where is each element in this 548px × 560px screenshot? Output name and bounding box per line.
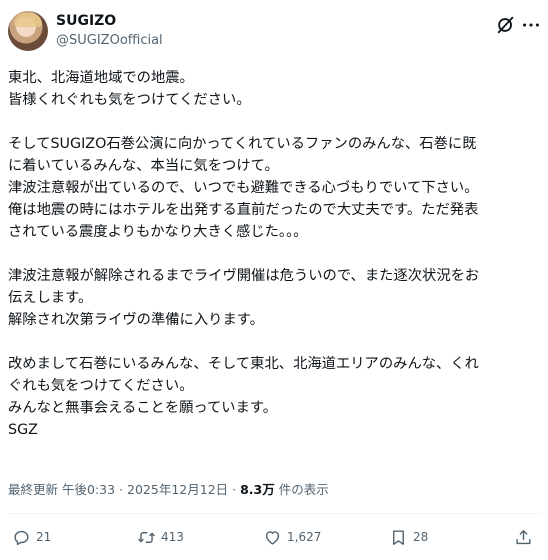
- post-time[interactable]: 午後0:33: [62, 482, 115, 497]
- like-button[interactable]: 1,627: [263, 526, 321, 548]
- post-paragraph: そしてSUGIZO石巻公演に向かってくれているファンのみんな、石巻に既 に着いて…: [8, 133, 540, 243]
- text-line: 伝えします。: [8, 290, 93, 306]
- text-line: そしてSUGIZO石巻公演に向かってくれているファンのみんな、石巻に既: [8, 136, 477, 152]
- text-line: 俺は地震の時にはホテルを出発する直前だったので大丈夫です。ただ発表: [8, 202, 479, 218]
- views-label: 件の表示: [278, 482, 329, 497]
- post-paragraph: 改めまして石巻にいるみんな、そして東北、北海道エリアのみんな、くれ ぐれも気をつ…: [8, 353, 540, 441]
- meta-separator: ·: [119, 482, 124, 497]
- bookmark-icon: [393, 529, 404, 545]
- reply-button[interactable]: 21: [12, 526, 51, 548]
- repost-count: 413: [161, 530, 184, 544]
- avatar[interactable]: [8, 11, 48, 51]
- more-button[interactable]: [520, 14, 542, 36]
- text-line: ぐれも気をつけてください。: [8, 378, 194, 394]
- views-count: 8.3万: [240, 482, 275, 497]
- author-name[interactable]: SUGIZO: [56, 13, 116, 29]
- author-handle[interactable]: @SUGIZOofficial: [56, 33, 163, 48]
- grok-button[interactable]: [495, 14, 517, 36]
- text-line: 東北、北海道地域での地震。: [8, 70, 194, 86]
- share-button[interactable]: [514, 526, 533, 548]
- reply-icon: [14, 530, 29, 545]
- text-line: 改めまして石巻にいるみんな、そして東北、北海道エリアのみんな、くれ: [8, 356, 479, 372]
- grok-icon: [497, 16, 514, 34]
- repost-icon: [138, 531, 155, 543]
- share-icon: [516, 529, 531, 544]
- edited-label[interactable]: 最終更新: [8, 482, 58, 497]
- text-line: 津波注意報が出ているので、いつでも避難できる心づもりでいて下さい。: [8, 180, 479, 196]
- text-line: されている震度よりもかなり大きく感じた。。。: [8, 224, 308, 240]
- more-icon: [523, 23, 539, 27]
- post-paragraph: 東北、北海道地域での地震。 皆様くれぐれも気をつけてください。: [8, 67, 540, 111]
- like-count: 1,627: [287, 530, 322, 544]
- bookmark-button[interactable]: 28: [389, 526, 428, 548]
- bookmark-count: 28: [413, 530, 429, 544]
- divider: [8, 513, 540, 514]
- text-line: SGZ: [8, 422, 38, 438]
- post-card: SUGIZO @SUGIZOofficial 東北、北海道地域での地震。 皆様く…: [0, 0, 548, 560]
- post-date[interactable]: 2025年12月12日: [127, 482, 228, 497]
- post-meta: 最終更新 午後0:33 · 2025年12月12日 · 8.3万 件の表示: [8, 479, 329, 498]
- post-text: 東北、北海道地域での地震。 皆様くれぐれも気をつけてください。 そしてSUGIZ…: [8, 67, 540, 441]
- text-line: 解除され次第ライヴの準備に入ります。: [8, 312, 264, 328]
- text-line: 皆様くれぐれも気をつけてください。: [8, 92, 251, 108]
- text-line: みんなと無事会えることを願っています。: [8, 400, 278, 416]
- meta-separator: ·: [232, 482, 237, 497]
- post-paragraph: 津波注意報が解除されるまでライヴ開催は危ういので、また逐次状況をお 伝えします。…: [8, 265, 540, 331]
- reply-count: 21: [36, 530, 52, 544]
- text-line: 津波注意報が解除されるまでライヴ開催は危ういので、また逐次状況をお: [8, 268, 480, 284]
- text-line: に着いているみんな、本当に気をつけて。: [8, 158, 279, 174]
- like-icon: [265, 530, 280, 545]
- repost-button[interactable]: 413: [137, 526, 184, 548]
